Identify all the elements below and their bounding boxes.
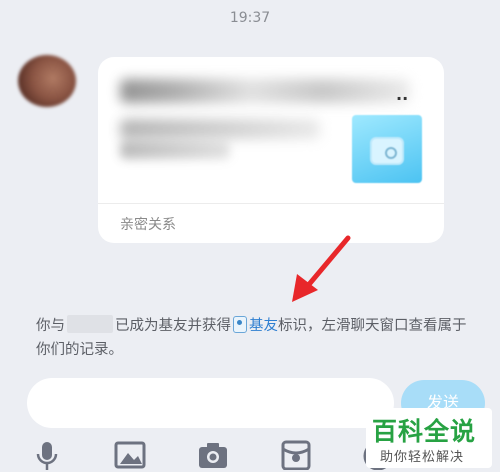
microphone-icon[interactable]: [31, 438, 63, 470]
red-arrow-annotation: [292, 235, 351, 302]
watermark-title: 百科全说: [372, 417, 477, 446]
friend-name-redacted: [67, 315, 113, 333]
message-input[interactable]: [27, 378, 394, 428]
card-title-blurred: [120, 79, 410, 103]
card-divider: [98, 203, 444, 204]
red-packet-icon[interactable]: [280, 438, 312, 470]
card-title-ellipsis: ..: [396, 85, 409, 104]
watermark-logo: 百科全说 助你轻松解决: [366, 408, 492, 468]
friend-badge-link[interactable]: 基友: [249, 318, 278, 334]
image-icon[interactable]: [114, 438, 146, 470]
timestamp: 19:37: [229, 10, 271, 26]
card-footer-label: 亲密关系: [120, 217, 176, 233]
watermark-subtitle: 助你轻松解决: [380, 450, 465, 465]
shared-card[interactable]: .. 亲密关系: [98, 57, 444, 243]
notice-middle: 已成为基友并获得: [115, 318, 231, 334]
avatar[interactable]: [18, 55, 76, 107]
card-desc-blurred-2: [120, 141, 230, 159]
card-thumbnail: [352, 115, 422, 183]
card-desc-blurred: [120, 119, 320, 139]
notice-prefix: 你与: [36, 318, 65, 334]
friendship-notice: 你与 已成为基友并获得 基友标识，左滑聊天窗口查看属于你们的记录。: [36, 314, 476, 362]
friend-badge-icon: [233, 316, 247, 333]
camera-icon[interactable]: [197, 438, 229, 470]
wallet-icon: [370, 137, 404, 165]
